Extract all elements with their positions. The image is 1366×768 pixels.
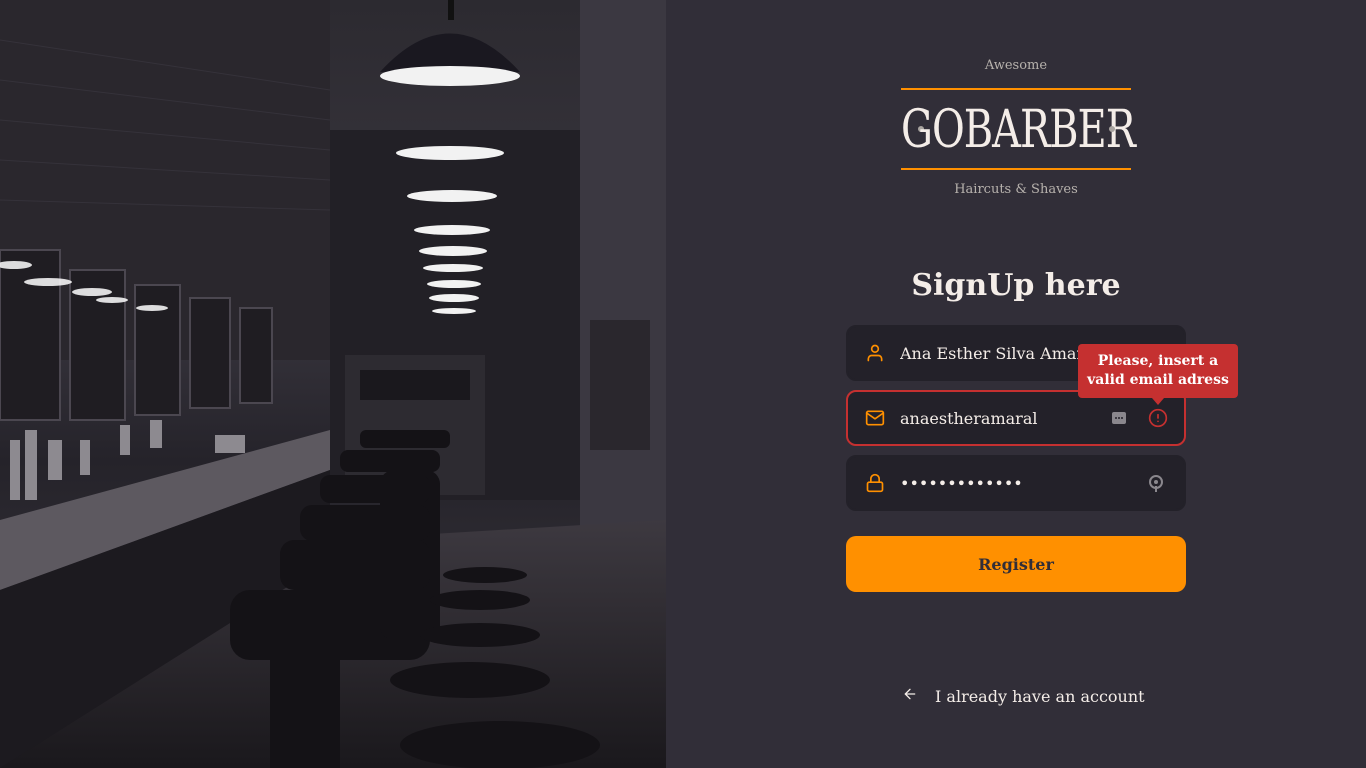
logo-dot-right	[1109, 126, 1115, 132]
email-field[interactable]	[846, 390, 1186, 446]
back-to-login-link[interactable]: I already have an account	[902, 684, 1145, 708]
password-input[interactable]	[900, 473, 1100, 493]
back-to-login-label: I already have an account	[935, 686, 1145, 706]
lock-icon	[864, 472, 886, 494]
logo-wordmark: GOBARBER	[901, 100, 1136, 160]
arrow-left-icon	[902, 686, 920, 706]
email-error-tooltip: Please, insert a valid email adress	[1078, 344, 1238, 405]
register-button[interactable]: Register	[846, 536, 1186, 592]
autofill-icon[interactable]	[1112, 410, 1126, 429]
logo-top-rule	[901, 88, 1131, 90]
alert-circle-icon[interactable]	[1148, 408, 1168, 432]
logo-top-text: Awesome	[984, 58, 1048, 73]
logo-subtitle: Haircuts & Shaves	[954, 182, 1078, 197]
name-input[interactable]	[900, 343, 1100, 363]
logo-bottom-rule	[901, 168, 1131, 170]
user-icon	[864, 342, 886, 364]
page-title: SignUp here	[911, 268, 1121, 303]
barbershop-background-image	[0, 0, 666, 768]
mail-icon	[864, 407, 886, 429]
password-field[interactable]	[846, 455, 1186, 511]
password-key-icon[interactable]	[1148, 475, 1164, 497]
email-input[interactable]	[900, 408, 1100, 428]
